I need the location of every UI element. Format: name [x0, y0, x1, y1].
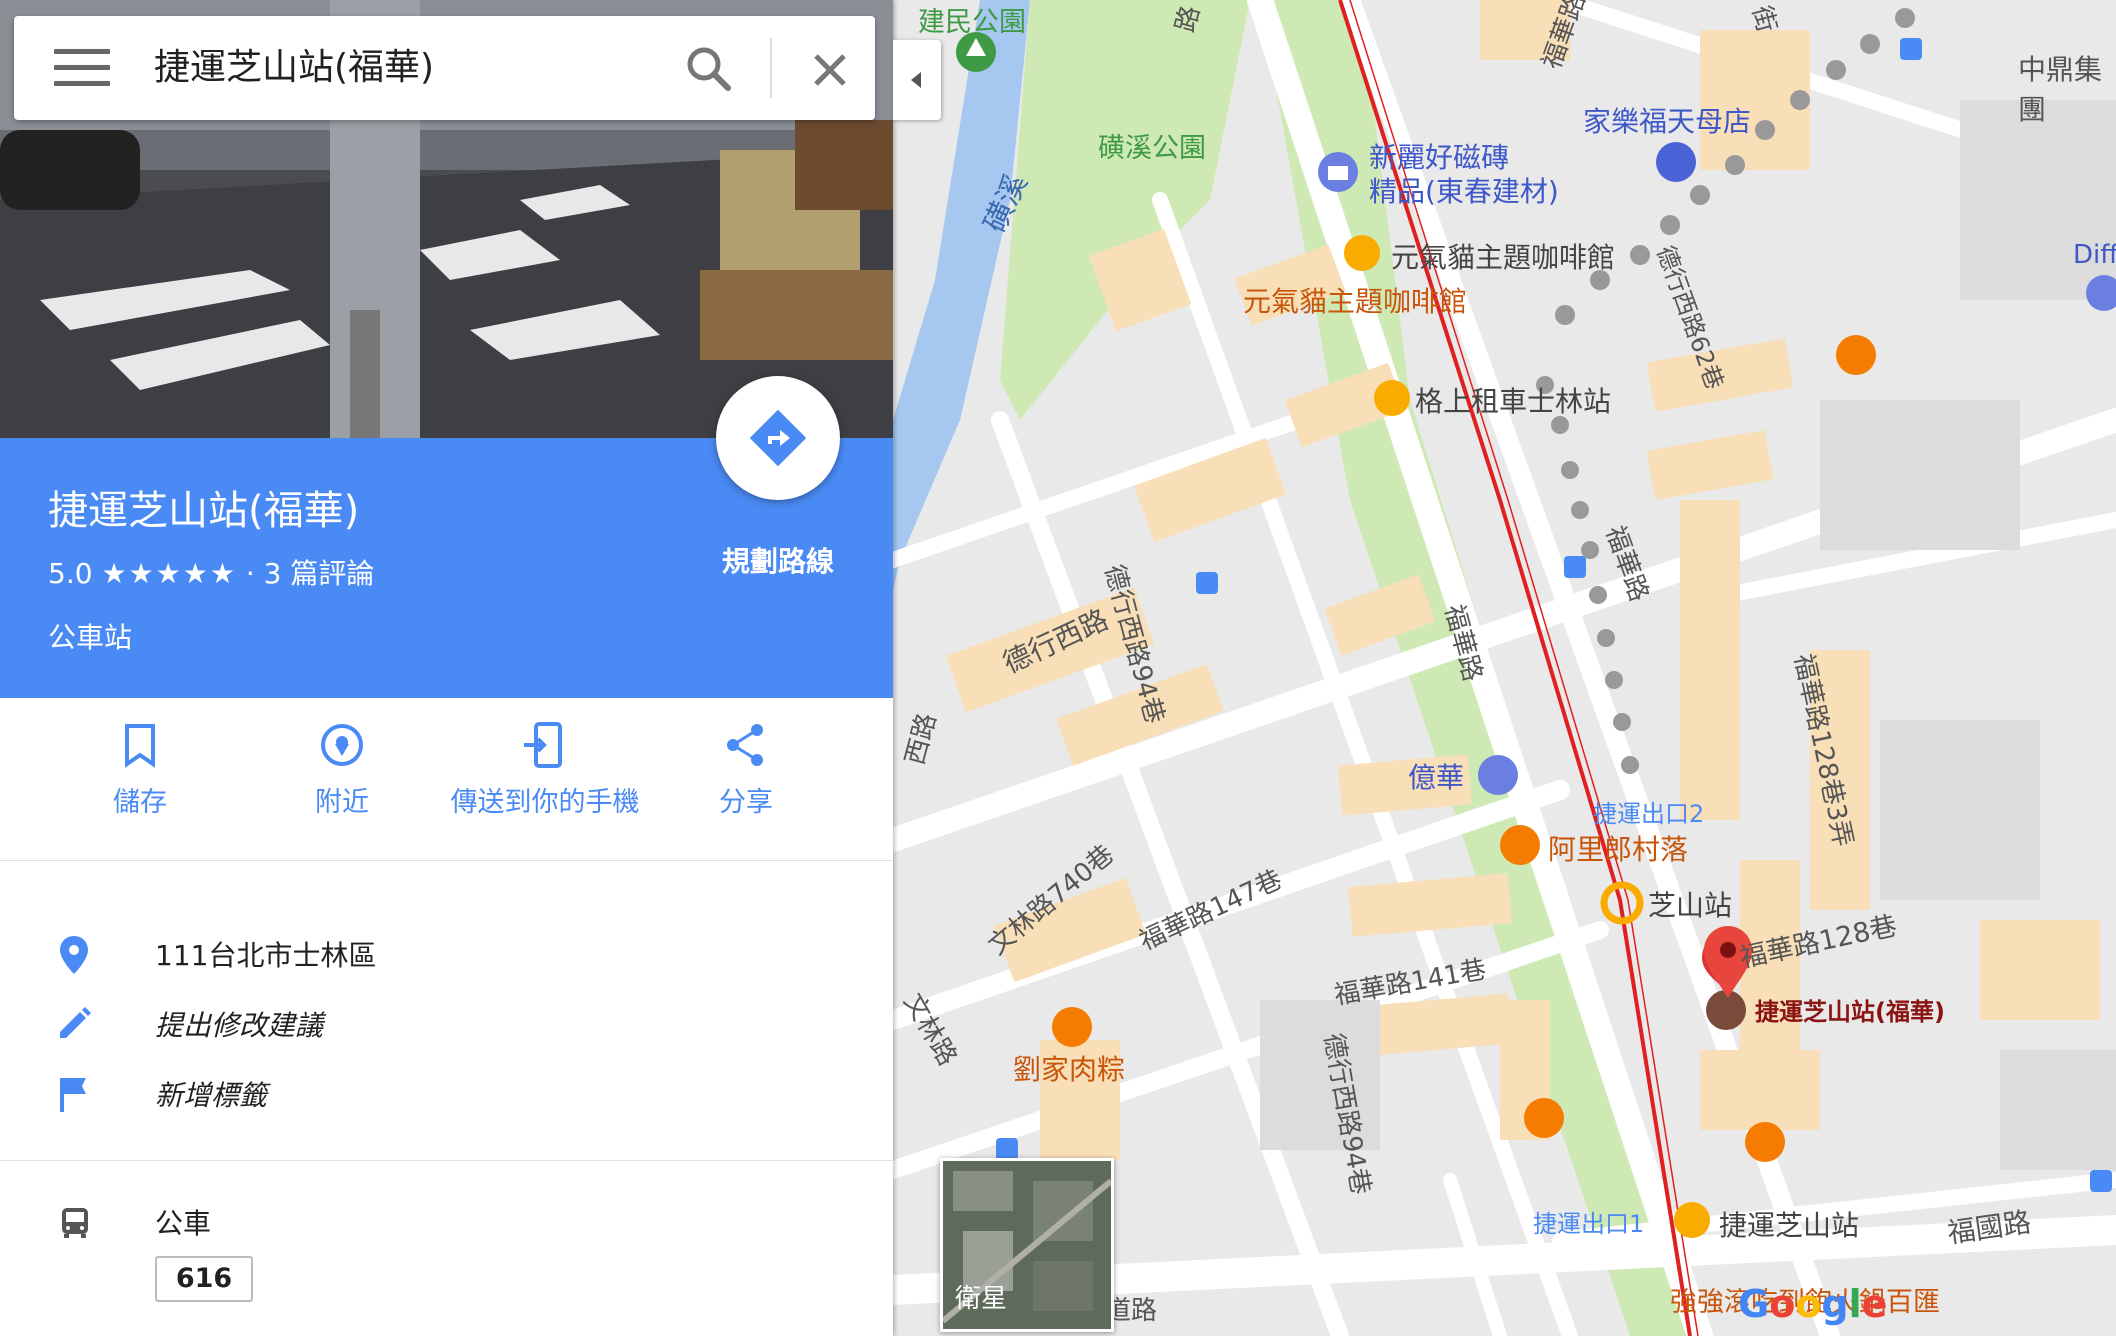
cafe-icon	[1524, 1098, 1564, 1138]
search-box: 捷運芝山站(福華)	[14, 16, 875, 120]
pencil-icon	[60, 1007, 91, 1038]
map-label[interactable]: 捷運芝山站(福華)	[1755, 992, 1945, 1027]
save-button[interactable]: 儲存	[40, 720, 240, 819]
map-label[interactable]: 芝山站	[1648, 884, 1732, 924]
bus-stop-icon	[1900, 38, 1922, 60]
bus-icon	[62, 1208, 88, 1238]
transit-section: 公車 616	[0, 1162, 893, 1336]
directions-label[interactable]: 規劃路線	[700, 540, 856, 580]
bus-route-badge[interactable]: 616	[155, 1256, 253, 1302]
place-category[interactable]: 公車站	[48, 616, 132, 656]
search-divider	[770, 38, 772, 98]
transit-type: 公車	[155, 1207, 212, 1240]
restaurant-icon	[1500, 825, 1540, 865]
share-button[interactable]: 分享	[646, 720, 846, 819]
suggest-edit-text: 提出修改建議	[155, 1009, 324, 1042]
place-rating[interactable]: 5.0 ★★★★★ · 3 篇評論	[48, 552, 374, 592]
search-icon[interactable]	[682, 42, 738, 98]
rating-stars: ★★★★★	[101, 557, 237, 590]
bus-stop-icon	[996, 1138, 1018, 1160]
address-row[interactable]: 111台北市士林區	[0, 924, 893, 984]
map-label[interactable]: 元氣貓主題咖啡館	[1243, 280, 1467, 320]
map-label[interactable]: 劉家肉粽	[1013, 1048, 1125, 1088]
bus-stop-icon	[1564, 556, 1586, 578]
chevron-left-icon	[911, 72, 921, 88]
star-poi-icon	[1374, 380, 1410, 416]
map-label[interactable]: 元氣貓主題咖啡館	[1391, 236, 1615, 276]
map-label[interactable]: 格上租車士林站	[1415, 380, 1611, 420]
satellite-toggle[interactable]: 衛星	[940, 1158, 1114, 1332]
menu-icon[interactable]	[54, 49, 110, 89]
restaurant-icon	[1052, 1007, 1092, 1047]
add-label-text: 新增標籤	[155, 1079, 268, 1112]
flag-icon	[60, 1078, 86, 1112]
nearby-icon	[321, 724, 363, 766]
action-bar: 儲存 附近 傳送到你的手機 分享	[0, 698, 893, 861]
map-label[interactable]: 阿里郎村落	[1548, 828, 1688, 868]
map-label[interactable]: 精品(東春建材)	[1369, 170, 1559, 210]
send-to-phone-button[interactable]: 傳送到你的手機	[440, 720, 650, 819]
close-icon[interactable]	[802, 42, 858, 98]
bookmark-icon	[125, 724, 155, 768]
send-to-phone-icon	[524, 722, 562, 768]
restaurant-icon	[1836, 335, 1876, 375]
map-label[interactable]: 捷運出口1	[1533, 1204, 1644, 1239]
map-label[interactable]: 億華	[1408, 756, 1464, 796]
place-panel: 捷運芝山站(福華) 捷運芝山站(福華) 5.0 ★★★★★ · 3 篇評論 公車…	[0, 0, 893, 1336]
share-icon	[727, 724, 763, 766]
place-title: 捷運芝山站(福華)	[48, 488, 360, 534]
suggest-edit-row[interactable]: 提出修改建議	[0, 994, 893, 1054]
bus-stop-icon	[1196, 572, 1218, 594]
google-logo: Google	[1738, 1282, 1888, 1326]
send-to-phone-label: 傳送到你的手機	[450, 787, 640, 818]
review-count[interactable]: · 3 篇評論	[246, 557, 375, 590]
shopping-icon	[1478, 755, 1518, 795]
star-poi-icon	[1344, 235, 1380, 271]
map-canvas[interactable]: 建民公園 磺溪公園 磺溪 家樂福天母店 中鼎集團 新麗好磁磚 精品(東春建材) …	[893, 0, 2116, 1336]
place-info: 111台北市士林區 提出修改建議 新增標籤	[0, 862, 893, 1161]
map-label[interactable]: 中鼎集團	[2018, 48, 2116, 128]
address-text: 111台北市士林區	[155, 939, 377, 972]
selected-bus-stop-icon	[1706, 990, 1746, 1030]
share-label: 分享	[719, 787, 773, 818]
add-label-row[interactable]: 新增標籤	[0, 1064, 893, 1124]
nearby-label: 附近	[315, 787, 369, 818]
map-label[interactable]: 建民公園	[918, 0, 1026, 39]
satellite-label: 衛星	[955, 1284, 1008, 1314]
map-label[interactable]: Diff	[2073, 240, 2116, 270]
map-label[interactable]: 捷運出口2	[1593, 794, 1704, 829]
map-label[interactable]: 家樂福天母店	[1583, 100, 1751, 140]
cart-icon	[1656, 142, 1696, 182]
map-label[interactable]: 磺溪公園	[1098, 126, 1206, 165]
nearby-button[interactable]: 附近	[242, 720, 442, 819]
map-label[interactable]: 捷運芝山站	[1719, 1204, 1859, 1244]
rating-value: 5.0	[48, 557, 93, 590]
location-pin-icon	[60, 936, 88, 974]
collapse-panel-button[interactable]	[893, 40, 941, 120]
restaurant-icon	[1745, 1122, 1785, 1162]
save-label: 儲存	[113, 787, 167, 818]
search-input[interactable]: 捷運芝山站(福華)	[154, 40, 434, 96]
star-poi-icon	[1674, 1202, 1710, 1238]
directions-icon	[750, 410, 806, 466]
bus-stop-icon	[2090, 1170, 2112, 1192]
directions-button[interactable]	[716, 376, 840, 500]
